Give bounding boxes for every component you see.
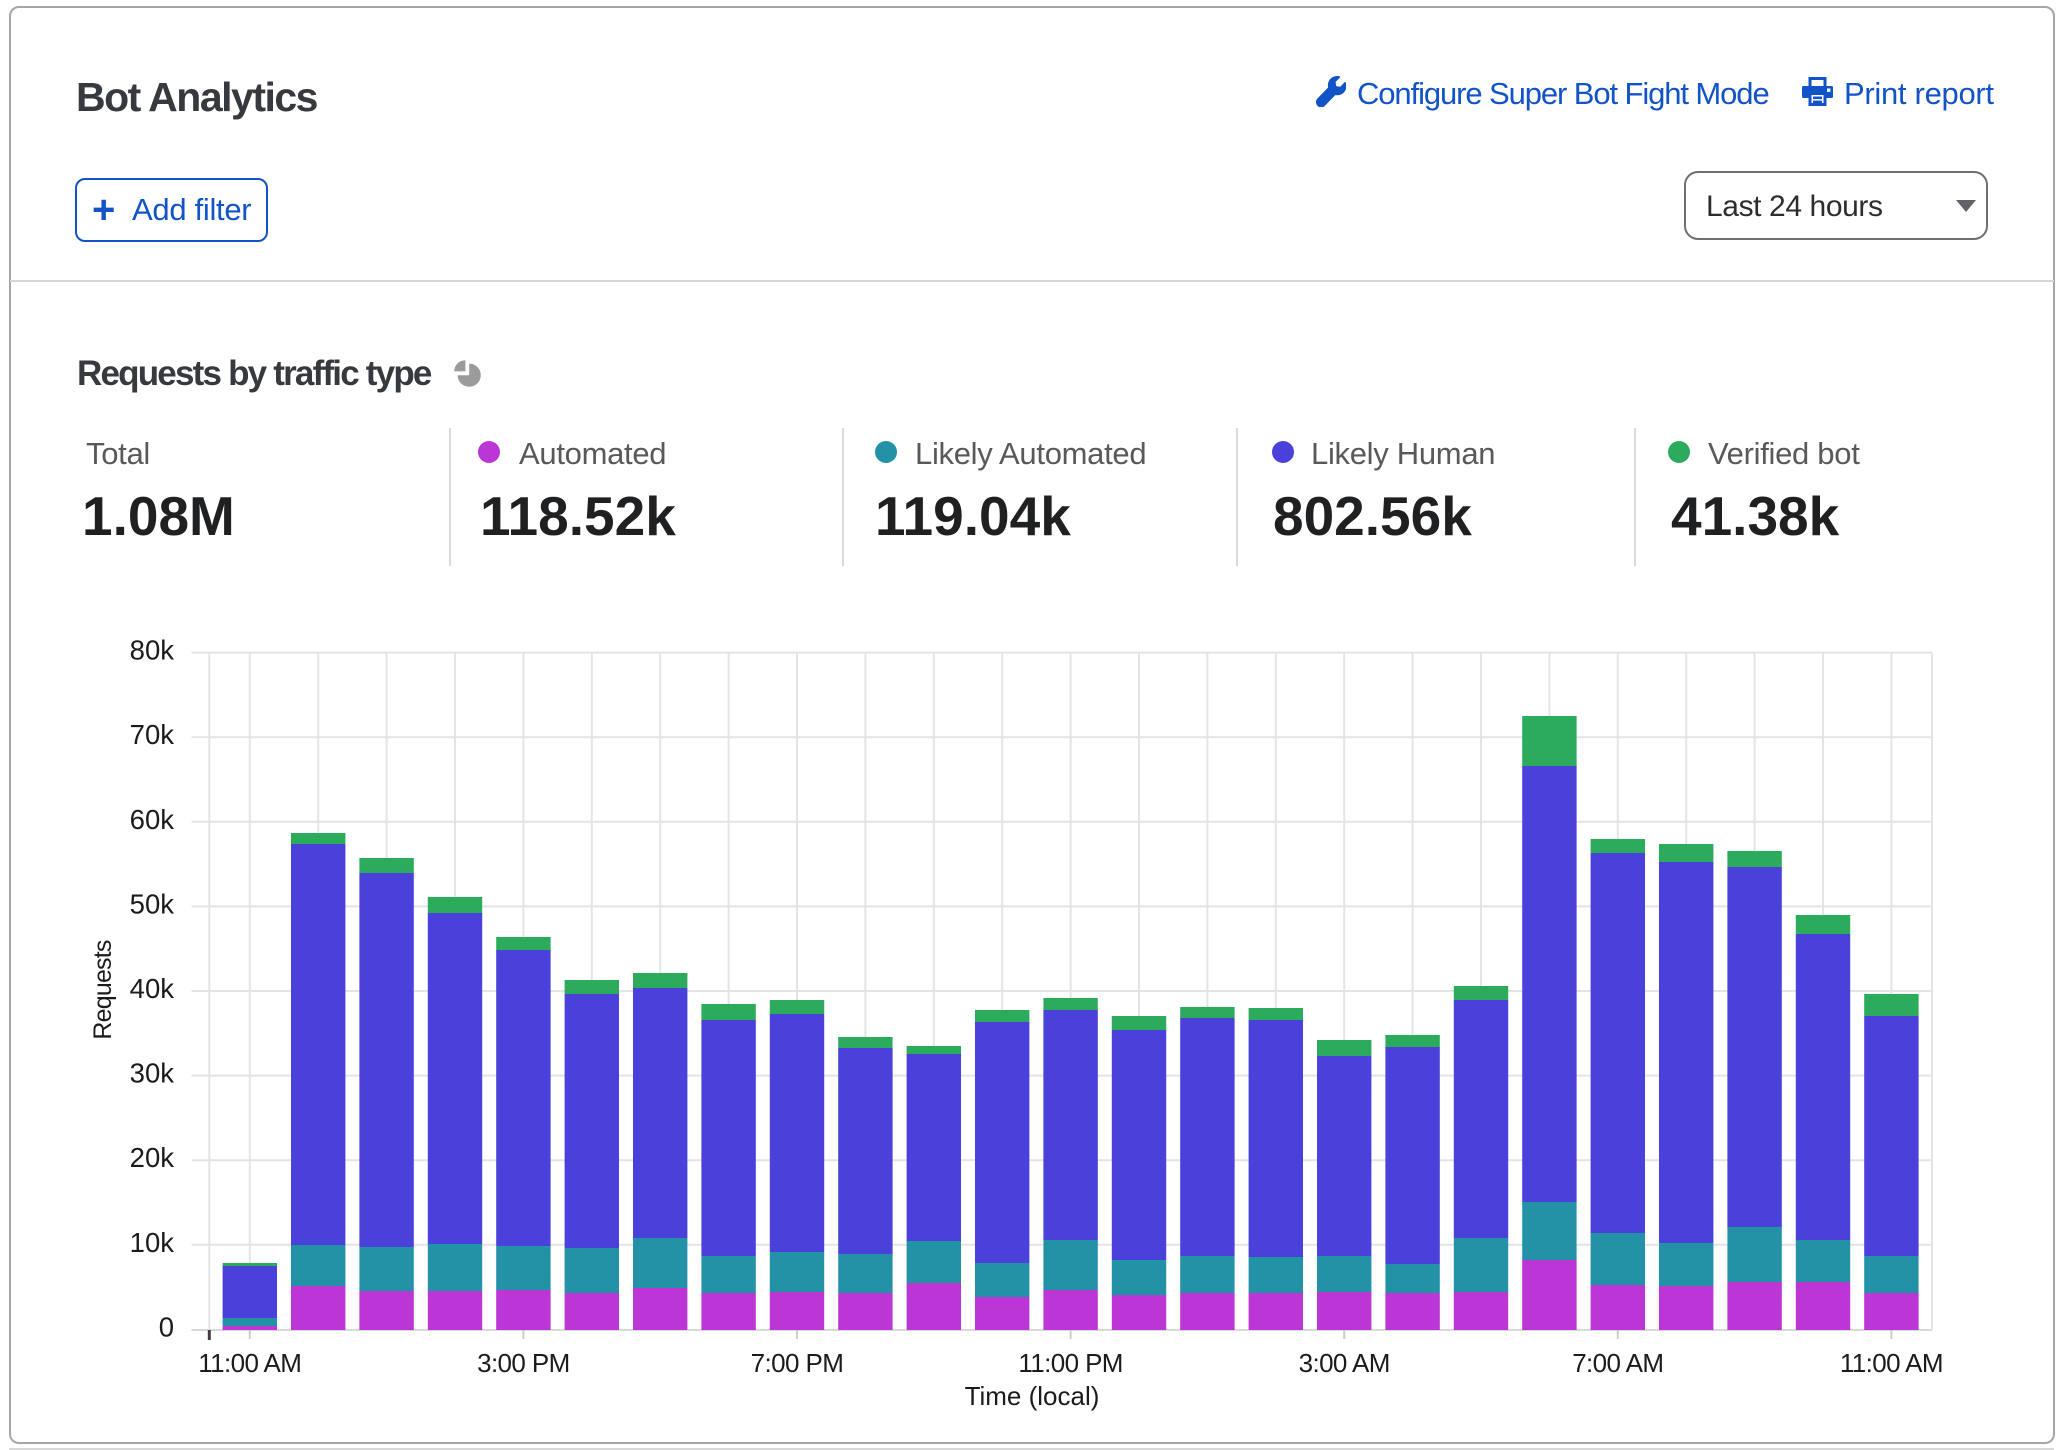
svg-text:50k: 50k <box>130 888 175 919</box>
svg-text:7:00 PM: 7:00 PM <box>751 1348 844 1378</box>
svg-text:70k: 70k <box>130 719 175 750</box>
svg-text:Time (local): Time (local) <box>965 1381 1100 1411</box>
svg-text:80k: 80k <box>130 635 175 666</box>
svg-text:30k: 30k <box>130 1058 175 1089</box>
svg-text:3:00 AM: 3:00 AM <box>1299 1348 1390 1378</box>
svg-text:20k: 20k <box>130 1142 175 1173</box>
svg-text:60k: 60k <box>130 804 175 835</box>
svg-text:Requests: Requests <box>89 940 117 1040</box>
svg-text:0: 0 <box>159 1311 174 1342</box>
svg-text:11:00 AM: 11:00 AM <box>1840 1348 1943 1378</box>
svg-text:3:00 PM: 3:00 PM <box>477 1348 570 1378</box>
svg-text:40k: 40k <box>130 973 175 1004</box>
svg-text:11:00 PM: 11:00 PM <box>1018 1348 1123 1378</box>
svg-text:11:00 AM: 11:00 AM <box>198 1348 301 1378</box>
svg-text:10k: 10k <box>130 1227 175 1258</box>
svg-text:7:00 AM: 7:00 AM <box>1572 1348 1663 1378</box>
